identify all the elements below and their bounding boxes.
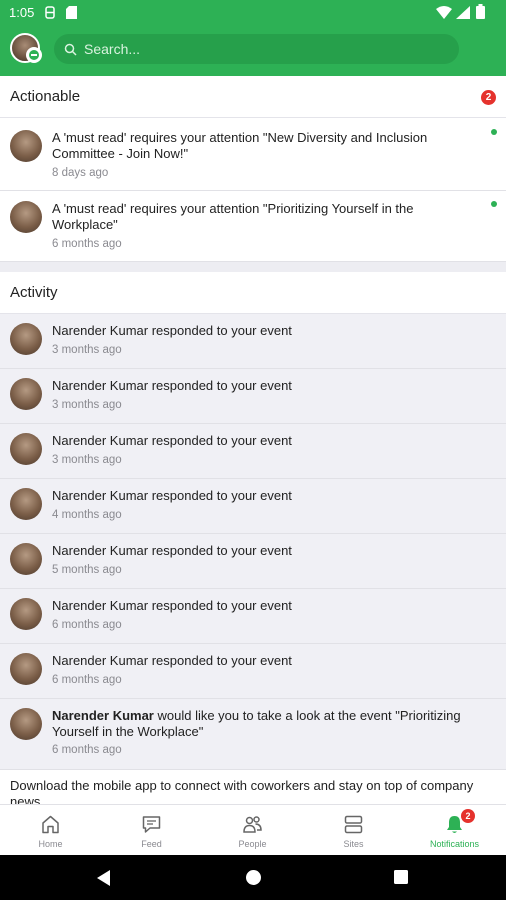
activity-item[interactable]: Narender Kumar would like you to take a … bbox=[0, 699, 506, 770]
activity-time: 6 months ago bbox=[52, 674, 122, 686]
tab-home[interactable]: Home bbox=[0, 805, 101, 856]
activity-text: Narender Kumar responded to your event bbox=[52, 653, 292, 668]
people-icon bbox=[243, 816, 262, 833]
activity-text: Narender Kumar responded to your event bbox=[52, 323, 292, 338]
top-bar: 1:05 Search... bbox=[0, 0, 506, 76]
notification-time: 8 days ago bbox=[52, 167, 109, 179]
actionable-item[interactable]: A 'must read' requires your attention "N… bbox=[0, 119, 506, 191]
tab-label: Home bbox=[38, 839, 63, 849]
activity-time: 4 months ago bbox=[52, 509, 122, 521]
activity-title: Activity bbox=[10, 284, 58, 301]
activity-time: 3 months ago bbox=[52, 399, 122, 411]
activity-time: 3 months ago bbox=[52, 344, 122, 356]
notification-text: A 'must read' requires your attention "N… bbox=[52, 130, 428, 161]
tab-sites[interactable]: Sites bbox=[303, 805, 404, 856]
avatar bbox=[10, 598, 42, 630]
tab-label: Feed bbox=[141, 839, 162, 849]
download-app-text: Download the mobile app to connect with … bbox=[10, 778, 474, 804]
activity-item[interactable]: Narender Kumar responded to your event 6… bbox=[0, 589, 506, 644]
tab-feed[interactable]: Feed bbox=[101, 805, 202, 856]
battery-icon bbox=[476, 4, 485, 22]
profile-menu-badge-icon bbox=[26, 47, 42, 63]
activity-text: Narender Kumar would like you to take a … bbox=[52, 708, 472, 740]
avatar bbox=[10, 433, 42, 465]
avatar bbox=[10, 323, 42, 355]
activity-item[interactable]: Narender Kumar responded to your event 3… bbox=[0, 424, 506, 479]
avatar bbox=[10, 488, 42, 520]
wifi-icon bbox=[436, 6, 452, 22]
tab-label: Sites bbox=[343, 839, 364, 849]
activity-text: Narender Kumar responded to your event bbox=[52, 378, 292, 393]
unread-dot bbox=[491, 201, 497, 207]
home-icon bbox=[42, 815, 59, 834]
app-header: Search... bbox=[0, 26, 506, 76]
feed-icon bbox=[142, 816, 161, 833]
sites-icon bbox=[344, 815, 363, 834]
status-bar: 1:05 bbox=[0, 0, 506, 26]
notification-time: 6 months ago bbox=[52, 238, 122, 250]
activity-item[interactable]: Narender Kumar responded to your event 3… bbox=[0, 369, 506, 424]
activity-item[interactable]: Narender Kumar responded to your event 3… bbox=[0, 314, 506, 369]
tab-label: Notifications bbox=[429, 839, 480, 849]
avatar bbox=[10, 378, 42, 410]
activity-item[interactable]: Narender Kumar responded to your event 5… bbox=[0, 534, 506, 589]
notification-text: A 'must read' requires your attention "P… bbox=[52, 201, 414, 232]
recents-icon[interactable] bbox=[393, 869, 409, 885]
actionable-title: Actionable bbox=[10, 88, 81, 105]
activity-header: Activity bbox=[0, 272, 506, 314]
download-app-banner: Download the mobile app to connect with … bbox=[0, 770, 506, 804]
avatar bbox=[10, 130, 42, 162]
unread-dot bbox=[491, 129, 497, 135]
activity-time: 5 months ago bbox=[52, 564, 122, 576]
tab-people[interactable]: People bbox=[202, 805, 303, 856]
activity-item[interactable]: Narender Kumar responded to your event 6… bbox=[0, 644, 506, 699]
activity-actor-name: Narender Kumar bbox=[52, 708, 154, 723]
tab-label: People bbox=[238, 839, 267, 849]
actionable-header: Actionable 2 bbox=[0, 76, 506, 118]
search-placeholder: Search... bbox=[84, 41, 141, 57]
avatar bbox=[10, 708, 42, 740]
activity-time: 3 months ago bbox=[52, 454, 122, 466]
status-time: 1:05 bbox=[9, 5, 35, 20]
search-icon bbox=[64, 43, 77, 56]
activity-time: 6 months ago bbox=[52, 619, 122, 631]
activity-time: 6 months ago bbox=[52, 744, 122, 756]
actionable-item[interactable]: A 'must read' requires your attention "P… bbox=[0, 191, 506, 262]
avatar bbox=[10, 543, 42, 575]
notification-status-icon bbox=[44, 6, 56, 22]
avatar bbox=[10, 653, 42, 685]
notifications-count-badge: 2 bbox=[461, 809, 475, 823]
activity-text: Narender Kumar responded to your event bbox=[52, 598, 292, 613]
back-icon[interactable] bbox=[96, 869, 112, 887]
actionable-count-badge: 2 bbox=[481, 90, 496, 105]
system-nav-bar bbox=[0, 855, 506, 900]
tab-notifications[interactable]: 2 Notifications bbox=[404, 805, 505, 856]
bottom-tab-bar: Home Feed People Sites 2 Notifications bbox=[0, 804, 506, 855]
activity-item[interactable]: Narender Kumar responded to your event 4… bbox=[0, 479, 506, 534]
activity-text: Narender Kumar responded to your event bbox=[52, 543, 292, 558]
section-divider bbox=[0, 262, 506, 272]
home-nav-icon[interactable] bbox=[245, 869, 262, 886]
signal-icon bbox=[456, 6, 470, 22]
activity-text: Narender Kumar responded to your event bbox=[52, 488, 292, 503]
search-input[interactable]: Search... bbox=[54, 34, 459, 64]
sd-card-icon bbox=[66, 6, 77, 22]
activity-text: Narender Kumar responded to your event bbox=[52, 433, 292, 448]
avatar bbox=[10, 201, 42, 233]
